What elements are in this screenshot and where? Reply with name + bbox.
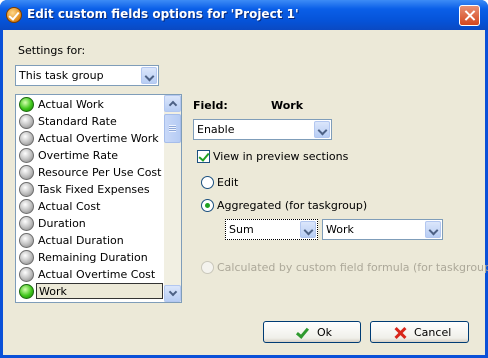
chevron-down-icon[interactable] [425, 221, 441, 238]
chevron-down-icon[interactable] [300, 221, 316, 238]
close-button[interactable] [459, 5, 480, 26]
custom-fields-list[interactable]: Actual Work Standard Rate Actual Overtime … [15, 94, 182, 303]
aggregated-radio[interactable] [201, 199, 214, 212]
app-check-icon [6, 7, 22, 23]
settings-for-value: This task group [19, 69, 104, 82]
list-item-label: Remaining Duration [38, 251, 148, 264]
list-item-label: Actual Cost [38, 200, 101, 213]
dialog-window: Edit custom fields options for 'Project … [0, 0, 488, 358]
chevron-down-icon[interactable] [141, 67, 157, 84]
status-gray-icon [19, 199, 34, 214]
list-item-label: Actual Work [38, 98, 104, 111]
list-item-label: Actual Duration [38, 234, 124, 247]
settings-for-label: Settings for: [18, 44, 86, 57]
aggregation-function-dropdown[interactable]: Sum [225, 219, 318, 240]
list-item[interactable]: Actual Overtime Cost [18, 266, 164, 283]
aggregated-radio-label: Aggregated (for taskgroup) [217, 199, 368, 212]
scroll-down-icon[interactable] [164, 285, 181, 302]
list-scrollbar[interactable] [164, 95, 181, 302]
list-item[interactable]: Remaining Duration [18, 249, 164, 266]
edit-radio-label: Edit [217, 176, 239, 189]
list-item[interactable]: Duration [18, 215, 164, 232]
list-item-label: Actual Overtime Work [38, 132, 159, 145]
status-gray-icon [19, 216, 34, 231]
status-green-icon [19, 284, 34, 299]
list-item[interactable]: Actual Work [18, 96, 164, 113]
ok-button[interactable]: Ok [263, 321, 361, 343]
field-mode-value: Enable [197, 123, 235, 136]
aggregation-field-dropdown[interactable]: Work [322, 219, 443, 240]
status-gray-icon [19, 114, 34, 129]
calculated-radio-label: Calculated by custom field formula (for … [217, 261, 488, 274]
edit-radio[interactable] [201, 176, 214, 189]
status-gray-icon [19, 267, 34, 282]
cancel-button-label: Cancel [414, 326, 452, 339]
aggregation-field-value: Work [326, 223, 354, 236]
calculated-radio[interactable] [201, 261, 214, 274]
list-item-label: Standard Rate [38, 115, 117, 128]
list-item[interactable]: Actual Cost [18, 198, 164, 215]
title-bar[interactable]: Edit custom fields options for 'Project … [0, 0, 488, 30]
list-item-label: Actual Overtime Cost [38, 268, 156, 281]
scroll-up-icon[interactable] [164, 95, 181, 112]
list-item-label: Resource Per Use Cost [38, 166, 162, 179]
list-item-label: Overtime Rate [38, 149, 119, 162]
cancel-button[interactable]: Cancel [370, 321, 469, 343]
chevron-down-icon[interactable] [314, 121, 330, 138]
ok-button-label: Ok [317, 326, 333, 339]
aggregation-function-value: Sum [229, 223, 254, 236]
window-title: Edit custom fields options for 'Project … [27, 7, 299, 21]
status-gray-icon [19, 182, 34, 197]
view-in-preview-checkbox[interactable] [197, 150, 210, 163]
dialog-body: Settings for: This task group Actual Wor… [3, 30, 488, 355]
list-item[interactable]: Overtime Rate [18, 147, 164, 164]
list-item[interactable]: Task Fixed Expenses [18, 181, 164, 198]
field-name: Work [271, 99, 304, 112]
list-item[interactable]: Standard Rate [18, 113, 164, 130]
status-gray-icon [19, 233, 34, 248]
field-label: Field: [193, 99, 228, 112]
status-gray-icon [19, 250, 34, 265]
list-item[interactable]: Actual Duration [18, 232, 164, 249]
status-gray-icon [19, 148, 34, 163]
status-green-icon [19, 97, 34, 112]
close-x-icon [393, 326, 407, 340]
list-item[interactable]: Actual Overtime Work [18, 130, 164, 147]
field-mode-dropdown[interactable]: Enable [193, 119, 332, 140]
list-item-label: Duration [38, 217, 86, 230]
status-gray-icon [19, 165, 34, 180]
list-item[interactable]: Work [18, 283, 164, 300]
list-item[interactable]: Resource Per Use Cost [18, 164, 164, 181]
list-item-label: Work [36, 283, 163, 299]
view-in-preview-label: View in preview sections [213, 150, 349, 163]
status-gray-icon [19, 131, 34, 146]
settings-for-dropdown[interactable]: This task group [15, 65, 159, 86]
checkmark-icon [295, 326, 309, 340]
scroll-thumb[interactable] [164, 114, 181, 143]
list-item-label: Task Fixed Expenses [38, 183, 150, 196]
